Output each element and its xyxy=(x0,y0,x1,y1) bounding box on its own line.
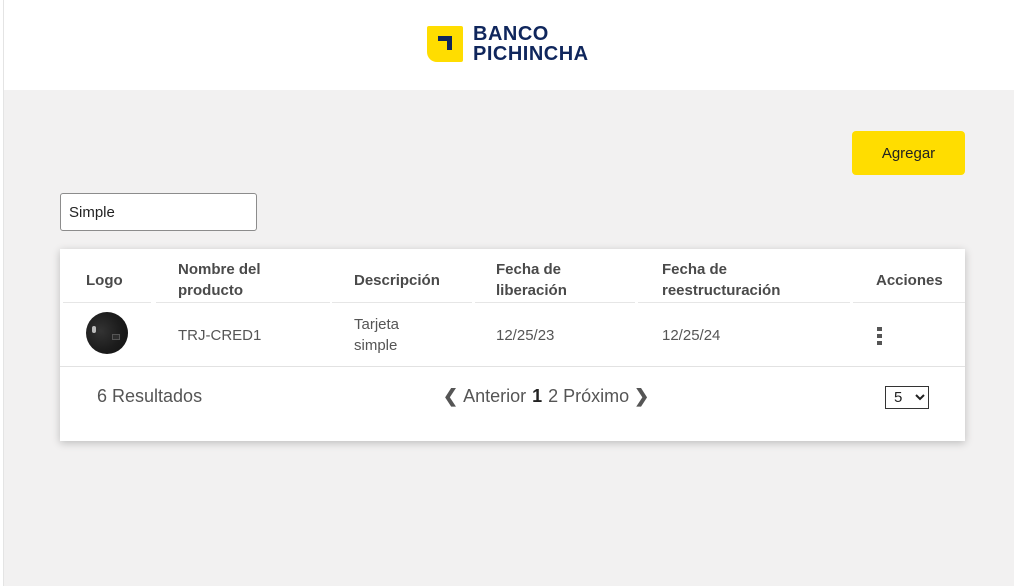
page-1-link[interactable]: 1 xyxy=(532,386,542,407)
brand-line-2: PICHINCHA xyxy=(473,43,589,65)
header-release-date: Fecha de liberación xyxy=(496,258,567,302)
header-restructure-date-line-1: Fecha de xyxy=(662,261,728,278)
products-table: Logo Nombre del producto Descripción Fec… xyxy=(60,249,965,441)
brand-name: BANCO PICHINCHA xyxy=(473,24,589,64)
cell-description: Tarjeta simple xyxy=(354,311,399,359)
header-divider xyxy=(156,302,330,303)
cell-restructure-date: 12/25/24 xyxy=(662,326,721,344)
header-divider xyxy=(475,302,635,303)
cell-release-date: 12/25/23 xyxy=(496,326,555,344)
header-product-name-line-1: Nombre del xyxy=(178,261,261,278)
header-divider xyxy=(332,302,472,303)
search-input[interactable] xyxy=(60,193,257,231)
results-count: 6 Resultados xyxy=(97,386,203,406)
page-2-link[interactable]: 2 xyxy=(548,386,558,407)
header-release-date-line-1: Fecha de xyxy=(496,261,562,278)
header-description: Descripción xyxy=(354,271,440,289)
header-logo: Logo xyxy=(86,271,123,289)
header-product-name: Nombre del producto xyxy=(178,258,261,302)
cell-product-name: TRJ-CRED1 xyxy=(178,326,262,344)
row-divider xyxy=(60,366,965,367)
header: BANCO PICHINCHA xyxy=(4,0,1014,90)
page-size-select[interactable]: 5 xyxy=(885,386,929,409)
header-restructure-date: Fecha de reestructuración xyxy=(662,258,780,302)
pagination: ❮ Anterior 1 2 Próximo ❯ xyxy=(443,386,649,407)
cell-description-line-2: simple xyxy=(354,337,398,354)
next-page-link[interactable]: Próximo xyxy=(563,386,629,407)
header-restructure-date-line-2: reestructuración xyxy=(662,282,781,299)
product-logo-image xyxy=(86,312,128,354)
banco-pichincha-logo-icon xyxy=(427,26,463,62)
header-product-name-line-2: producto xyxy=(178,282,243,299)
header-release-date-line-2: liberación xyxy=(496,282,567,299)
brand-logo: BANCO PICHINCHA xyxy=(427,24,589,64)
header-divider xyxy=(853,302,965,303)
header-divider xyxy=(63,302,151,303)
kebab-menu-icon[interactable] xyxy=(876,327,882,345)
brand-line-1: BANCO xyxy=(473,23,549,45)
chevron-right-icon[interactable]: ❯ xyxy=(634,386,649,407)
add-button[interactable]: Agregar xyxy=(852,131,965,175)
header-actions: Acciones xyxy=(876,271,943,289)
previous-page-link[interactable]: Anterior xyxy=(463,386,526,407)
chevron-left-icon[interactable]: ❮ xyxy=(443,386,458,407)
header-divider xyxy=(638,302,850,303)
cell-description-line-1: Tarjeta xyxy=(354,316,400,333)
